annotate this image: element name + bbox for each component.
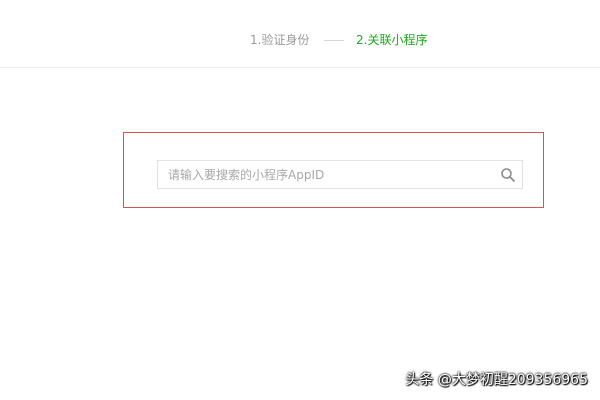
step-link-mini-program: 2.关联小程序 [356,33,428,47]
step-verify-identity: 1.验证身份 [250,33,310,47]
search-icon[interactable] [500,167,516,183]
page: 1.验证身份 2.关联小程序 头条 @大梦初醒209356965 [0,0,600,400]
steps-bar: 1.验证身份 2.关联小程序 [0,0,600,68]
watermark: 头条 @大梦初醒209356965 [405,372,588,388]
step-divider [324,40,344,41]
search-input[interactable] [158,161,488,188]
search-box [157,160,523,189]
